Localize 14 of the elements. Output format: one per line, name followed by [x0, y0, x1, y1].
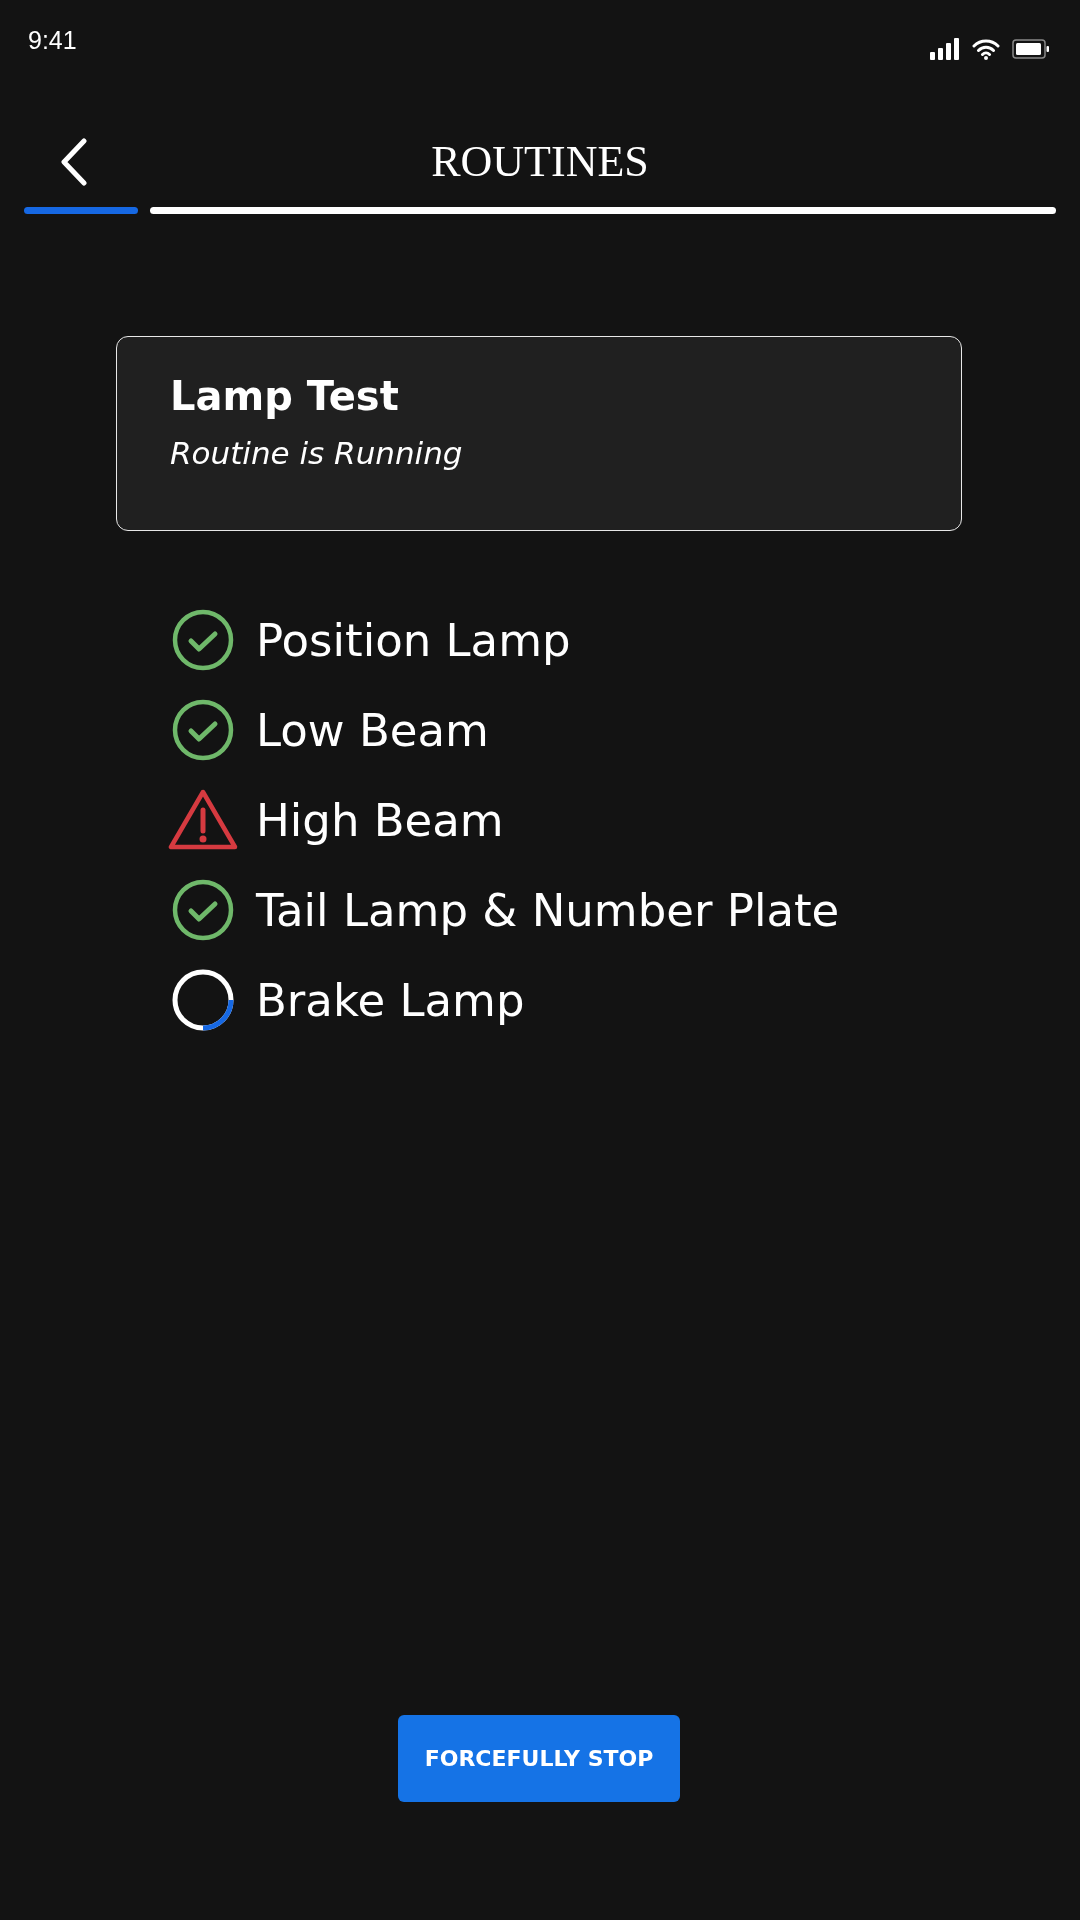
chevron-left-icon: [60, 138, 88, 186]
battery-icon: [1012, 39, 1050, 59]
clock-time: 9:41: [28, 26, 77, 55]
check-label: Low Beam: [256, 703, 489, 757]
page-title: ROUTINES: [431, 135, 649, 187]
check-label: Position Lamp: [256, 613, 571, 667]
check-label: Tail Lamp & Number Plate: [256, 883, 840, 937]
routine-name: Lamp Test: [170, 373, 399, 419]
stop-button[interactable]: FORCEFULLY STOP: [398, 1715, 680, 1802]
check-label: High Beam: [256, 793, 504, 847]
wifi-icon: [972, 38, 1000, 60]
check-label: Brake Lamp: [256, 973, 525, 1027]
signal-icon: [930, 38, 960, 60]
routine-status: Routine is Running: [170, 435, 463, 471]
